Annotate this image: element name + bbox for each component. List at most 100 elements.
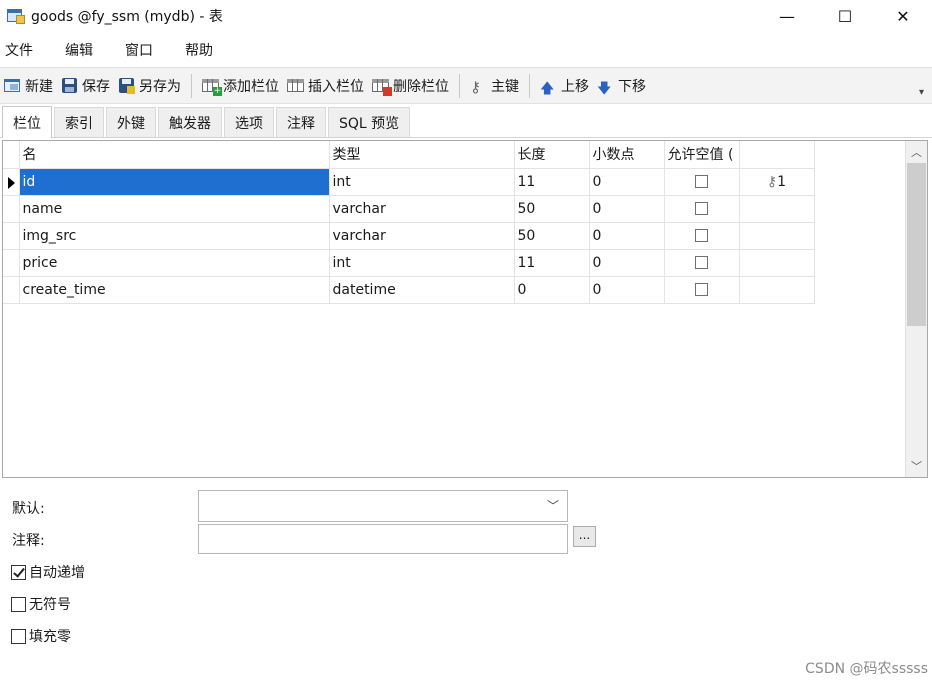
- menu-edit[interactable]: 编辑: [60, 40, 98, 60]
- toolbar-overflow-icon[interactable]: ▾: [919, 87, 924, 98]
- save-button[interactable]: 保存: [57, 72, 114, 100]
- menu-file[interactable]: 文件: [0, 40, 38, 60]
- menu-bar: 文件 编辑 窗口 帮助: [0, 36, 932, 64]
- table-app-icon: [7, 8, 25, 24]
- close-button[interactable]: ✕: [874, 0, 932, 32]
- allow-null-checkbox[interactable]: [695, 256, 708, 269]
- tab-strip: 栏位 索引 外键 触发器 选项 注释 SQL 预览: [0, 106, 932, 138]
- field-name-cell[interactable]: create_time: [19, 276, 330, 304]
- move-down-button[interactable]: 🡇 下移: [593, 72, 650, 100]
- auto-increment-option[interactable]: 自动递增: [11, 562, 85, 582]
- menu-window[interactable]: 窗口: [120, 40, 158, 60]
- allow-null-cell[interactable]: [664, 222, 740, 250]
- allow-null-checkbox[interactable]: [695, 175, 708, 188]
- unsigned-checkbox[interactable]: [11, 596, 26, 612]
- tab-fields[interactable]: 栏位: [2, 106, 52, 138]
- tab-triggers[interactable]: 触发器: [158, 107, 222, 137]
- comment-input[interactable]: [198, 524, 568, 554]
- move-down-label: 下移: [618, 78, 646, 95]
- unsigned-option[interactable]: 无符号: [11, 594, 71, 614]
- field-type-cell[interactable]: int: [329, 249, 515, 277]
- default-select[interactable]: ﹀: [198, 490, 568, 522]
- scroll-up-icon[interactable]: ︿: [906, 141, 927, 163]
- move-up-button[interactable]: 🡅 上移: [536, 72, 593, 100]
- field-properties-panel: 默认: ﹀ 注释: ... 自动递增 无符号 填充零: [0, 480, 932, 684]
- header-allow-null[interactable]: 允许空值 (: [664, 141, 740, 169]
- row-selector[interactable]: [3, 168, 20, 196]
- allow-null-cell[interactable]: [664, 249, 740, 277]
- tab-indexes[interactable]: 索引: [54, 107, 104, 137]
- insert-column-button[interactable]: 插入栏位: [283, 72, 368, 100]
- zerofill-option[interactable]: 填充零: [11, 626, 71, 646]
- new-button[interactable]: 新建: [0, 72, 57, 100]
- comment-ellipsis-button[interactable]: ...: [573, 526, 596, 547]
- toolbar-separator: [529, 73, 530, 98]
- primary-key-label: 主键: [491, 78, 519, 95]
- table-row[interactable]: create_time datetime 0 0: [3, 276, 815, 304]
- field-decimals-cell[interactable]: 0: [589, 195, 665, 223]
- field-length-cell[interactable]: 11: [514, 168, 590, 196]
- toolbar: 新建 保存 另存为 + 添加栏位 插入栏位 删除栏位 ⚷ 主键 🡅 上移 🡇 下…: [0, 67, 932, 104]
- table-row[interactable]: img_src varchar 50 0: [3, 222, 815, 250]
- vertical-scrollbar[interactable]: ︿ ﹀: [905, 141, 927, 477]
- header-decimals[interactable]: 小数点: [589, 141, 665, 169]
- save-label: 保存: [82, 78, 110, 95]
- field-type-cell[interactable]: datetime: [329, 276, 515, 304]
- allow-null-checkbox[interactable]: [695, 229, 708, 242]
- allow-null-checkbox[interactable]: [695, 283, 708, 296]
- allow-null-cell[interactable]: [664, 276, 740, 304]
- window-title: goods @fy_ssm (mydb) - 表: [31, 9, 223, 25]
- save-as-label: 另存为: [139, 78, 181, 95]
- zerofill-checkbox[interactable]: [11, 628, 26, 644]
- field-name-cell[interactable]: id: [19, 168, 330, 196]
- auto-increment-label: 自动递增: [29, 565, 85, 581]
- table-row[interactable]: id int 11 0 ⚷1: [3, 168, 815, 196]
- auto-increment-checkbox[interactable]: [11, 564, 26, 580]
- insert-column-label: 插入栏位: [308, 78, 364, 95]
- field-decimals-cell[interactable]: 0: [589, 249, 665, 277]
- field-type-cell[interactable]: int: [329, 168, 515, 196]
- field-type-cell[interactable]: varchar: [329, 222, 515, 250]
- field-decimals-cell[interactable]: 0: [589, 168, 665, 196]
- tab-sql-preview[interactable]: SQL 预览: [328, 107, 411, 137]
- scrollbar-thumb[interactable]: [907, 163, 926, 326]
- row-selector[interactable]: [3, 222, 20, 250]
- header-name[interactable]: 名: [19, 141, 330, 169]
- header-type[interactable]: 类型: [329, 141, 515, 169]
- grid-header-row: 名 类型 长度 小数点 允许空值 (: [3, 141, 815, 169]
- tab-foreign-keys[interactable]: 外键: [106, 107, 156, 137]
- field-length-cell[interactable]: 0: [514, 276, 590, 304]
- field-name-cell[interactable]: name: [19, 195, 330, 223]
- tab-options[interactable]: 选项: [224, 107, 274, 137]
- allow-null-cell[interactable]: [664, 168, 740, 196]
- field-length-cell[interactable]: 50: [514, 195, 590, 223]
- header-length[interactable]: 长度: [514, 141, 590, 169]
- field-length-cell[interactable]: 50: [514, 222, 590, 250]
- delete-column-icon: [372, 78, 392, 96]
- field-name-cell[interactable]: price: [19, 249, 330, 277]
- field-length-cell[interactable]: 11: [514, 249, 590, 277]
- row-selector[interactable]: [3, 249, 20, 277]
- maximize-button[interactable]: ☐: [816, 0, 874, 32]
- key-order: 1: [777, 173, 787, 190]
- field-decimals-cell[interactable]: 0: [589, 222, 665, 250]
- primary-key-button[interactable]: ⚷ 主键: [466, 72, 523, 100]
- chevron-down-icon[interactable]: ﹀: [547, 497, 559, 514]
- table-row[interactable]: name varchar 50 0: [3, 195, 815, 223]
- save-as-button[interactable]: 另存为: [114, 72, 185, 100]
- field-type-cell[interactable]: varchar: [329, 195, 515, 223]
- tab-comment[interactable]: 注释: [276, 107, 326, 137]
- field-decimals-cell[interactable]: 0: [589, 276, 665, 304]
- field-name-cell[interactable]: img_src: [19, 222, 330, 250]
- menu-help[interactable]: 帮助: [180, 40, 218, 60]
- table-row[interactable]: price int 11 0: [3, 249, 815, 277]
- allow-null-cell[interactable]: [664, 195, 740, 223]
- row-selector[interactable]: [3, 276, 20, 304]
- row-selector[interactable]: [3, 195, 20, 223]
- delete-column-button[interactable]: 删除栏位: [368, 72, 453, 100]
- allow-null-checkbox[interactable]: [695, 202, 708, 215]
- add-column-button[interactable]: + 添加栏位: [198, 72, 283, 100]
- minimize-button[interactable]: —: [758, 0, 816, 32]
- scroll-down-icon[interactable]: ﹀: [906, 455, 927, 477]
- save-icon: [61, 77, 79, 94]
